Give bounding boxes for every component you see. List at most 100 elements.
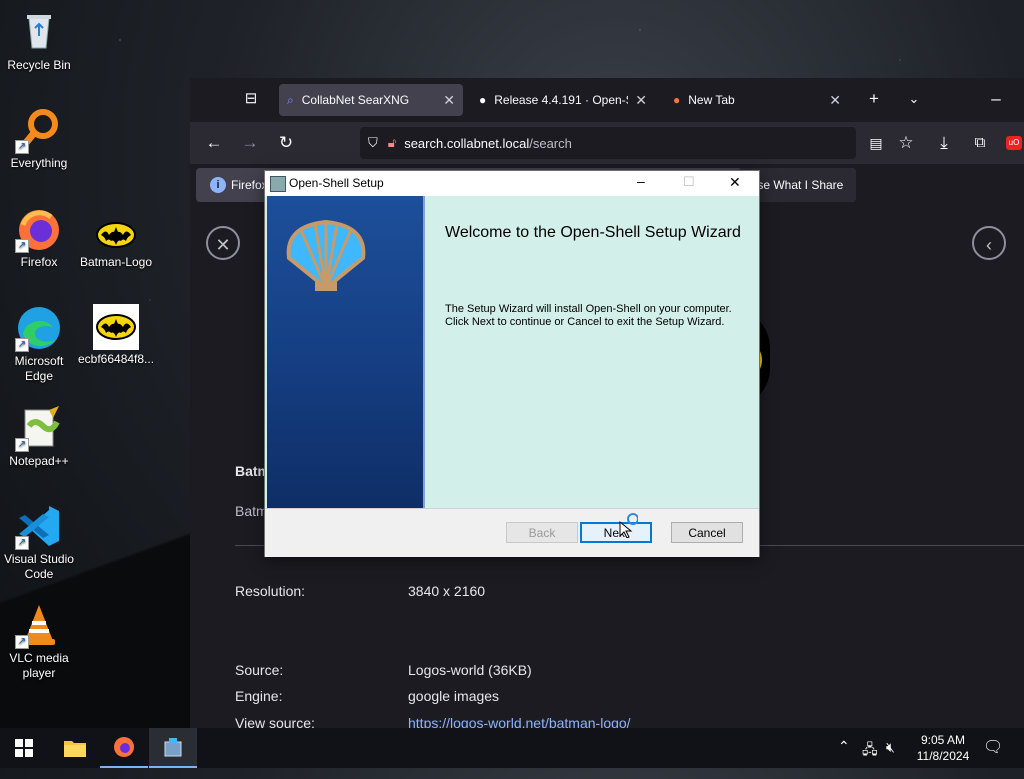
- lock-warning-icon: 🔓︎: [387, 135, 397, 150]
- cancel-button[interactable]: Cancel: [671, 522, 743, 543]
- result-subtitle: Batm: [235, 503, 268, 519]
- url-path: /search: [529, 135, 572, 151]
- desktop-icon-label: Firefox: [20, 255, 58, 269]
- forward-icon[interactable]: →: [236, 130, 264, 156]
- tab-label: New Tab: [688, 93, 735, 107]
- navigation-bar: ← → ↻ ⛉ 🔓︎ search.collabnet.local /searc…: [190, 122, 1024, 164]
- wizard-body-line-1: The Setup Wizard will install Open-Shell…: [445, 303, 732, 315]
- desktop-icon-everything[interactable]: ↗ Everything: [1, 106, 77, 171]
- chevron-left-icon[interactable]: ‹: [972, 226, 1006, 260]
- desktop-icon-batman-image[interactable]: ecbf66484f8...: [78, 304, 154, 367]
- desktop-icon-label: Microsoft Edge: [14, 354, 64, 383]
- dialog-title-bar: Open-Shell Setup – ☐ ✕: [265, 171, 759, 196]
- github-icon: ●: [479, 93, 487, 107]
- shortcut-arrow-icon: ↗: [15, 438, 29, 452]
- desktop-icon-recycle-bin[interactable]: Recycle Bin: [1, 8, 77, 73]
- firefox-icon: ●: [673, 93, 681, 107]
- volume-muted-icon[interactable]: 🔇︎: [886, 739, 895, 779]
- edge-icon: ↗: [15, 304, 63, 352]
- taskbar-installer[interactable]: [149, 728, 197, 768]
- network-icon[interactable]: 🖧︎: [862, 739, 878, 779]
- desktop-icon-notepadpp[interactable]: ↗ Notepad++: [1, 404, 77, 469]
- taskbar-firefox[interactable]: [100, 728, 148, 768]
- taskbar-file-explorer[interactable]: [51, 728, 99, 768]
- tab-label: Release 4.4.191 · Open-Sh: [494, 93, 629, 107]
- dialog-title: Open-Shell Setup: [289, 176, 384, 190]
- notification-center-icon[interactable]: 🗨︎: [983, 737, 1003, 777]
- windows-icon: [15, 739, 33, 757]
- back-icon[interactable]: ←: [200, 130, 228, 156]
- reload-icon[interactable]: ↻: [272, 130, 300, 156]
- close-icon[interactable]: ✕: [635, 92, 647, 109]
- firefox-icon: ↗: [15, 205, 63, 253]
- desktop-icon-batman-logo[interactable]: Batman-Logo: [78, 215, 154, 270]
- vscode-icon: ↗: [15, 502, 63, 550]
- desktop-icon-edge[interactable]: ↗ Microsoft Edge: [1, 304, 77, 384]
- taskbar: ⌃ 🖧︎ 🔇︎ 9:05 AM 11/8/2024 🗨︎: [0, 728, 1024, 768]
- show-hidden-icons-chevron-up-icon[interactable]: ⌃: [838, 738, 850, 778]
- tab-list-icon[interactable]: ⊟: [237, 86, 265, 112]
- folder-icon: [64, 741, 86, 757]
- shortcut-arrow-icon: ↗: [15, 239, 29, 253]
- open-shell-logo-icon: [286, 219, 366, 291]
- bookmark-star-icon[interactable]: ☆: [892, 130, 920, 156]
- desktop-icon-label: Recycle Bin: [7, 58, 71, 72]
- desktop-icon-label: VLC media player: [9, 651, 69, 680]
- notepadpp-icon: ↗: [15, 404, 63, 452]
- desktop-icon-vlc[interactable]: ↗ VLC media player: [1, 601, 77, 681]
- minimize-icon[interactable]: –: [982, 86, 1010, 112]
- shortcut-arrow-icon: ↗: [15, 338, 29, 352]
- extensions-icon[interactable]: ⧉: [966, 130, 994, 156]
- batman-logo-icon: [92, 215, 140, 253]
- busy-cursor-icon: [619, 513, 638, 538]
- next-button[interactable]: Next: [580, 522, 652, 543]
- start-button[interactable]: [0, 728, 48, 768]
- firefox-icon: [114, 737, 134, 757]
- everything-icon: ↗: [15, 106, 63, 154]
- info-icon: i: [210, 177, 226, 193]
- source-value: Logos-world (36KB): [408, 662, 532, 678]
- installer-icon: [270, 176, 286, 192]
- desktop-icon-label: Everything: [10, 156, 68, 170]
- desktop-icon-firefox[interactable]: ↗ Firefox: [1, 205, 77, 270]
- resolution-label: Resolution:: [235, 583, 306, 599]
- tab-new-tab[interactable]: ● New Tab ✕: [665, 84, 849, 116]
- desktop-icon-label: Visual Studio Code: [4, 552, 74, 581]
- close-icon[interactable]: ✕: [443, 92, 455, 109]
- download-icon[interactable]: ⤓: [930, 130, 958, 156]
- open-shell-setup-dialog: Open-Shell Setup – ☐ ✕ Welcome to the Op…: [264, 170, 760, 557]
- tab-collabnet-searxng[interactable]: ⌕ CollabNet SearXNG ✕: [279, 84, 463, 116]
- engine-label: Engine:: [235, 688, 283, 704]
- back-button[interactable]: Back: [506, 522, 578, 543]
- desktop-icon-label: Batman-Logo: [79, 255, 153, 269]
- batman-image-icon: [93, 304, 139, 350]
- chevron-down-icon[interactable]: ⌄: [900, 86, 928, 112]
- clock-time: 9:05 AM: [920, 733, 966, 747]
- recycle-bin-icon: [15, 8, 63, 56]
- wizard-heading: Welcome to the Open-Shell Setup Wizard: [445, 224, 741, 241]
- clock[interactable]: 9:05 AM 11/8/2024: [912, 732, 974, 772]
- url-host: search.collabnet.local: [404, 135, 530, 151]
- dialog-footer: Back Next Cancel: [265, 508, 759, 557]
- desktop-icon-vscode[interactable]: ↗ Visual Studio Code: [1, 502, 77, 582]
- maximize-icon: ☐: [683, 174, 695, 189]
- dialog-body: Welcome to the Open-Shell Setup Wizard T…: [265, 196, 759, 508]
- close-icon[interactable]: ✕: [729, 174, 741, 191]
- tab-release[interactable]: ● Release 4.4.191 · Open-Sh ✕: [471, 84, 655, 116]
- ublock-icon[interactable]: uO: [1006, 136, 1022, 150]
- close-icon[interactable]: ✕: [829, 92, 841, 109]
- shortcut-arrow-icon: ↗: [15, 635, 29, 649]
- new-tab-icon[interactable]: +: [860, 86, 888, 112]
- reader-view-icon[interactable]: ▤: [862, 130, 890, 156]
- resolution-value: 3840 x 2160: [408, 583, 486, 599]
- source-label: Source:: [235, 662, 284, 678]
- shortcut-arrow-icon: ↗: [15, 536, 29, 550]
- minimize-icon[interactable]: –: [637, 173, 645, 189]
- close-icon[interactable]: ✕: [206, 226, 240, 260]
- vlc-icon: ↗: [15, 601, 63, 649]
- wizard-side-banner: [267, 196, 425, 508]
- url-bar[interactable]: ⛉ 🔓︎ search.collabnet.local /search: [360, 127, 856, 159]
- searxng-icon: ⌕: [287, 92, 294, 107]
- installer-icon: [164, 738, 182, 757]
- desktop-icon-label: ecbf66484f8...: [78, 352, 155, 366]
